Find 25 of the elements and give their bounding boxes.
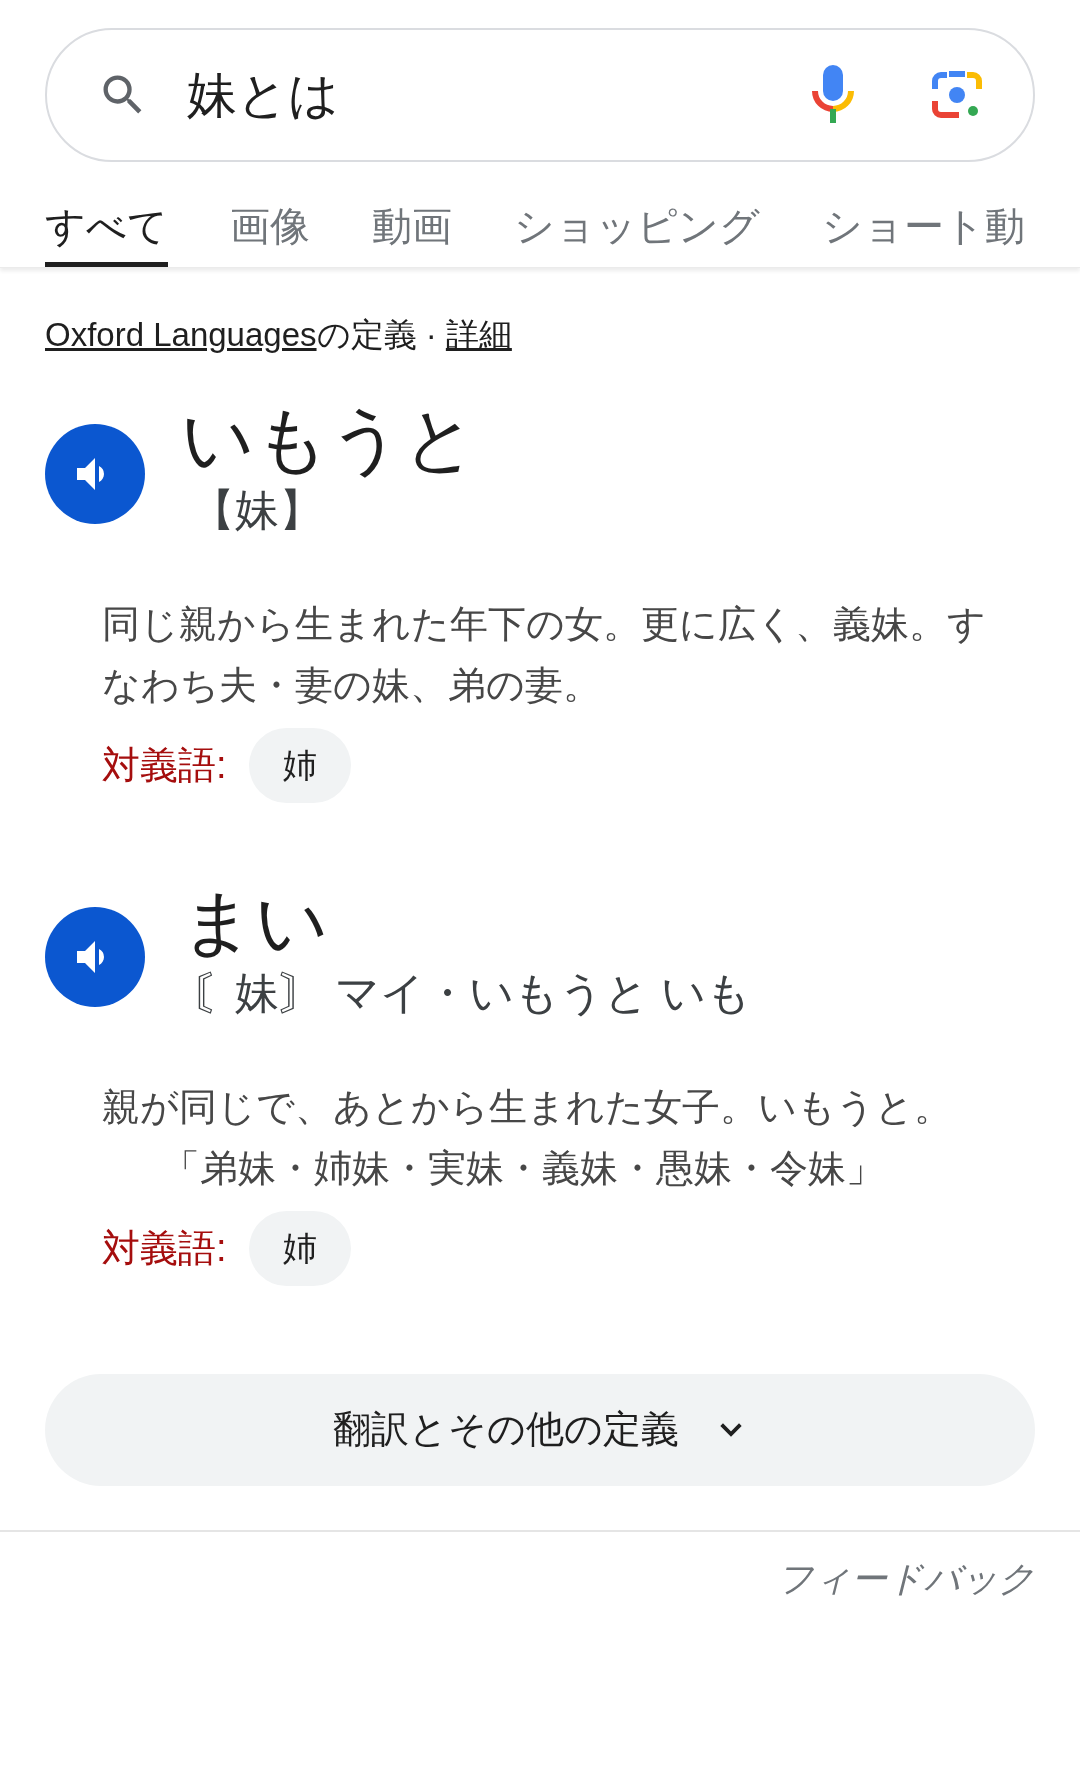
reading: 【妹】 <box>191 483 324 536</box>
definition-text: 同じ親から生まれた年下の女。更に広く、義妹。すなわち夫・妻の妹、弟の妻。 <box>102 601 987 708</box>
camera-lens-icon[interactable] <box>931 69 983 121</box>
headword: いもうと <box>181 397 477 481</box>
tab[interactable]: すべて <box>45 202 168 267</box>
search-query[interactable]: 妹とは <box>187 57 811 133</box>
source-link[interactable]: Oxford Languages <box>45 316 317 353</box>
antonym-label: 対義語: <box>102 1225 227 1271</box>
tab[interactable]: 動画 <box>372 202 452 267</box>
antonym-chip[interactable]: 姉 <box>248 727 351 803</box>
microphone-icon[interactable] <box>811 65 855 125</box>
feedback-link[interactable]: フィードバック <box>777 1551 1035 1606</box>
headword: まい <box>181 880 330 964</box>
example-text: 「弟妹・姉妹・実妹・義妹・愚妹・令妹」 <box>161 1145 885 1191</box>
details-link[interactable]: 詳細 <box>445 316 512 353</box>
source-line: Oxford Languagesの定義 · 詳細 <box>45 315 513 355</box>
tab[interactable]: ショッピング <box>514 202 760 267</box>
search-bar[interactable]: 妹とは <box>45 28 1035 162</box>
reading: 〘妹〙 マイ・いもうと いも <box>191 966 752 1019</box>
definition-text: 親が同じで、あとから生まれた女子。いもうと。 <box>102 1084 953 1130</box>
antonym-label: 対義語: <box>102 742 227 788</box>
antonym-chip[interactable]: 姉 <box>248 1210 351 1286</box>
tab[interactable]: ショート動 <box>822 202 1025 267</box>
more-definitions-button[interactable]: 翻訳とその他の定義 <box>45 1373 1035 1486</box>
tab[interactable]: 画像 <box>230 202 310 267</box>
